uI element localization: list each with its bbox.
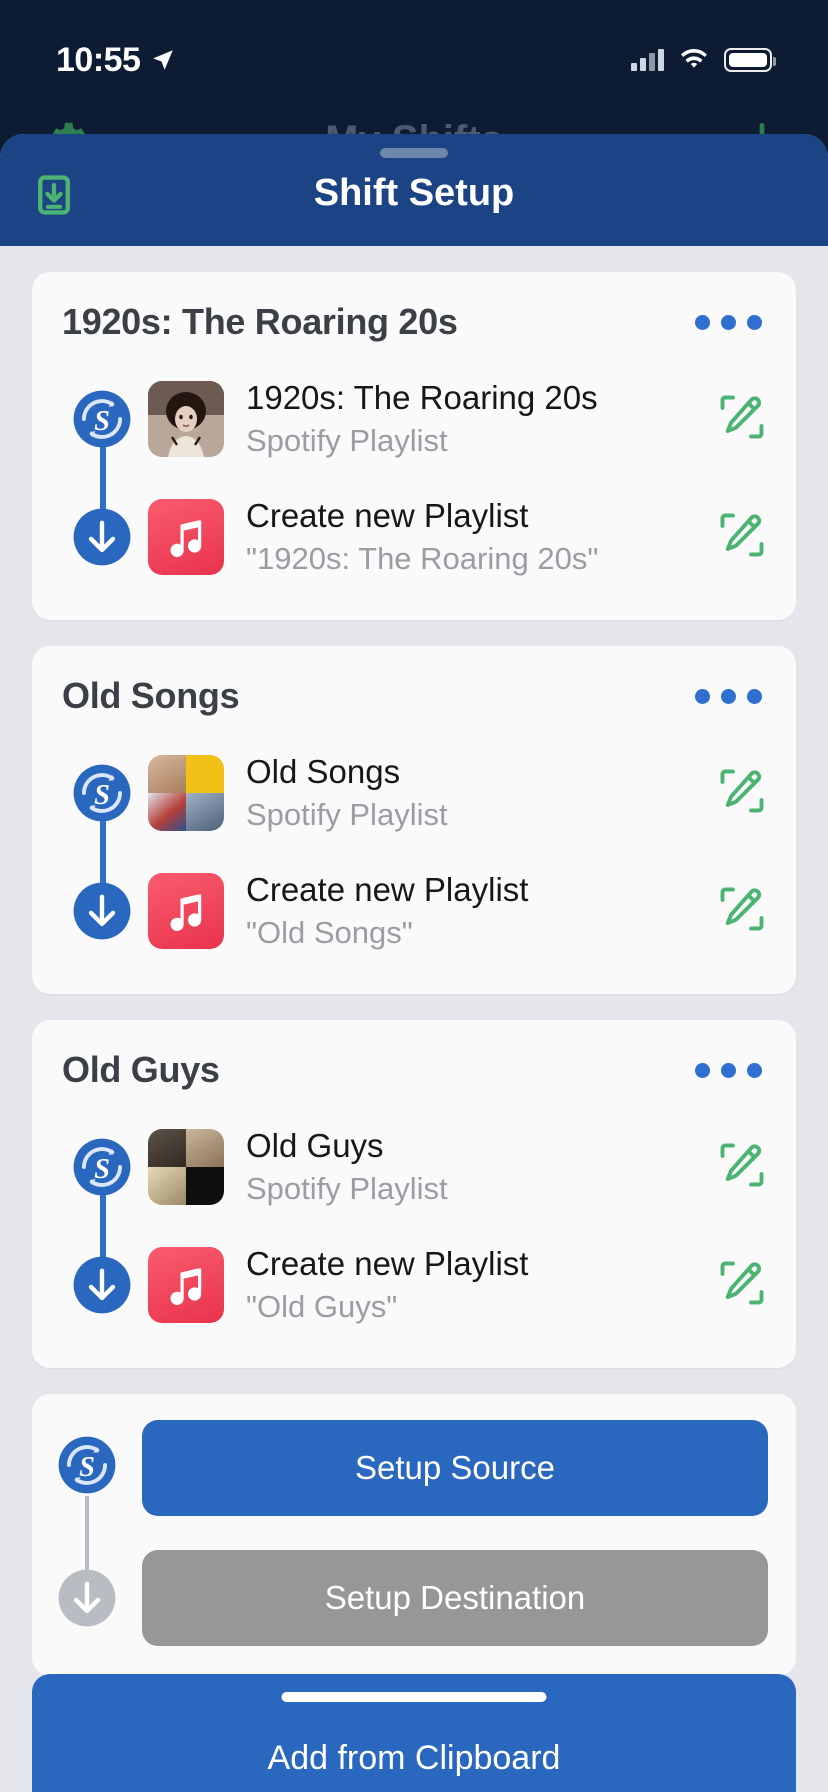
more-options-icon[interactable] <box>689 301 768 344</box>
card-title: Old Guys <box>62 1049 220 1090</box>
row-title: Create new Playlist <box>246 496 529 534</box>
row-text-block: Old Guys Spotify Playlist <box>246 1127 706 1208</box>
status-time: 10:55 <box>56 40 141 79</box>
edit-pencil-icon[interactable] <box>706 883 768 940</box>
card-header: 1920s: The Roaring 20s <box>32 294 796 350</box>
card-header: Old Songs <box>32 668 796 724</box>
svg-text:S: S <box>94 406 110 437</box>
row-text-block: Old Songs Spotify Playlist <box>246 753 706 834</box>
row-text-block: Create new Playlist "1920s: The Roaring … <box>246 497 706 578</box>
status-bar: 10:55 <box>0 0 828 92</box>
more-options-icon[interactable] <box>689 1049 768 1092</box>
apple-music-icon <box>148 873 224 949</box>
card-title: Old Songs <box>62 675 240 716</box>
setup-source-button[interactable]: Setup Source <box>142 1420 768 1516</box>
status-bar-right <box>631 48 776 72</box>
import-download-icon[interactable] <box>32 173 76 222</box>
apple-music-icon <box>148 1247 224 1323</box>
card-header: Old Guys <box>32 1042 796 1098</box>
row-text-block: Create new Playlist "Old Guys" <box>246 1245 706 1326</box>
sheet-title: Shift Setup <box>313 172 515 214</box>
setup-buttons: Setup Source Setup Destination <box>142 1420 768 1646</box>
edit-pencil-icon[interactable] <box>706 509 768 566</box>
wifi-icon <box>678 48 710 72</box>
table-row[interactable]: S 1920s: The Roaring 20s Spotify Playlis… <box>32 360 796 478</box>
row-title: 1920s: The Roaring 20s <box>246 378 598 416</box>
edit-pencil-icon[interactable] <box>706 765 768 822</box>
setup-destination-button[interactable]: Setup Destination <box>142 1550 768 1646</box>
setup-rail: S <box>32 1420 142 1646</box>
row-title: Old Guys <box>246 1126 384 1164</box>
rail-connector <box>85 1496 89 1572</box>
row-subtitle: "Old Guys" <box>246 1288 398 1324</box>
apple-music-icon <box>148 499 224 575</box>
sheet-scroll-body[interactable]: 1920s: The Roaring 20s S 1920s: The Roar… <box>0 246 828 1792</box>
location-arrow-icon <box>150 47 176 73</box>
row-title: Create new Playlist <box>246 870 529 908</box>
add-from-clipboard-button[interactable]: Add from Clipboard <box>32 1674 796 1792</box>
row-title: Create new Playlist <box>246 1244 529 1282</box>
row-subtitle: Spotify Playlist <box>246 1170 448 1206</box>
svg-text:S: S <box>94 780 110 811</box>
shift-card[interactable]: Old Songs S Old Songs Spotify Playlist C… <box>32 646 796 994</box>
table-row[interactable]: Create new Playlist "Old Songs" <box>32 852 796 970</box>
more-options-icon[interactable] <box>689 675 768 718</box>
playlist-thumbnail <box>148 755 224 831</box>
arrow-down-icon <box>56 1567 118 1634</box>
phone-screen: 10:55 My Shifts <box>0 0 828 1792</box>
arrow-down-icon <box>62 506 142 568</box>
sheet-header: Shift Setup <box>0 134 828 246</box>
edit-pencil-icon[interactable] <box>706 391 768 448</box>
card-rows: S Old Songs Spotify Playlist Create new … <box>32 724 796 970</box>
row-subtitle: "1920s: The Roaring 20s" <box>246 540 599 576</box>
new-shift-setup-card: S Setup Source Setup Destination <box>32 1394 796 1676</box>
shift-source-icon: S <box>62 762 142 824</box>
shift-setup-sheet: Shift Setup 1920s: The Roaring 20s S 192… <box>0 134 828 1792</box>
row-text-block: 1920s: The Roaring 20s Spotify Playlist <box>246 379 706 460</box>
svg-text:S: S <box>94 1154 110 1185</box>
row-subtitle: "Old Songs" <box>246 914 413 950</box>
shift-source-icon: S <box>62 388 142 450</box>
shift-card[interactable]: 1920s: The Roaring 20s S 1920s: The Roar… <box>32 272 796 620</box>
row-title: Old Songs <box>246 752 401 790</box>
row-subtitle: Spotify Playlist <box>246 796 448 832</box>
drag-handle[interactable] <box>380 148 448 158</box>
shift-source-icon: S <box>62 1136 142 1198</box>
edit-pencil-icon[interactable] <box>706 1257 768 1314</box>
card-title: 1920s: The Roaring 20s <box>62 301 458 342</box>
add-from-clipboard-label: Add from Clipboard <box>267 1739 561 1777</box>
battery-icon <box>724 48 776 72</box>
shift-source-icon: S <box>56 1434 118 1501</box>
cellular-signal-icon <box>631 49 664 71</box>
row-subtitle: Spotify Playlist <box>246 422 448 458</box>
status-bar-left: 10:55 <box>56 41 176 80</box>
row-text-block: Create new Playlist "Old Songs" <box>246 871 706 952</box>
shift-card[interactable]: Old Guys S Old Guys Spotify Playlist Cre… <box>32 1020 796 1368</box>
edit-pencil-icon[interactable] <box>706 1139 768 1196</box>
arrow-down-icon <box>62 1254 142 1316</box>
drag-handle[interactable] <box>281 1692 547 1702</box>
table-row[interactable]: S Old Guys Spotify Playlist <box>32 1108 796 1226</box>
card-rows: S Old Guys Spotify Playlist Create new P… <box>32 1098 796 1344</box>
playlist-thumbnail <box>148 381 224 457</box>
playlist-thumbnail <box>148 1129 224 1205</box>
table-row[interactable]: Create new Playlist "Old Guys" <box>32 1226 796 1344</box>
table-row[interactable]: S Old Songs Spotify Playlist <box>32 734 796 852</box>
table-row[interactable]: Create new Playlist "1920s: The Roaring … <box>32 478 796 596</box>
card-rows: S 1920s: The Roaring 20s Spotify Playlis… <box>32 350 796 596</box>
arrow-down-icon <box>62 880 142 942</box>
svg-text:S: S <box>79 1452 95 1483</box>
